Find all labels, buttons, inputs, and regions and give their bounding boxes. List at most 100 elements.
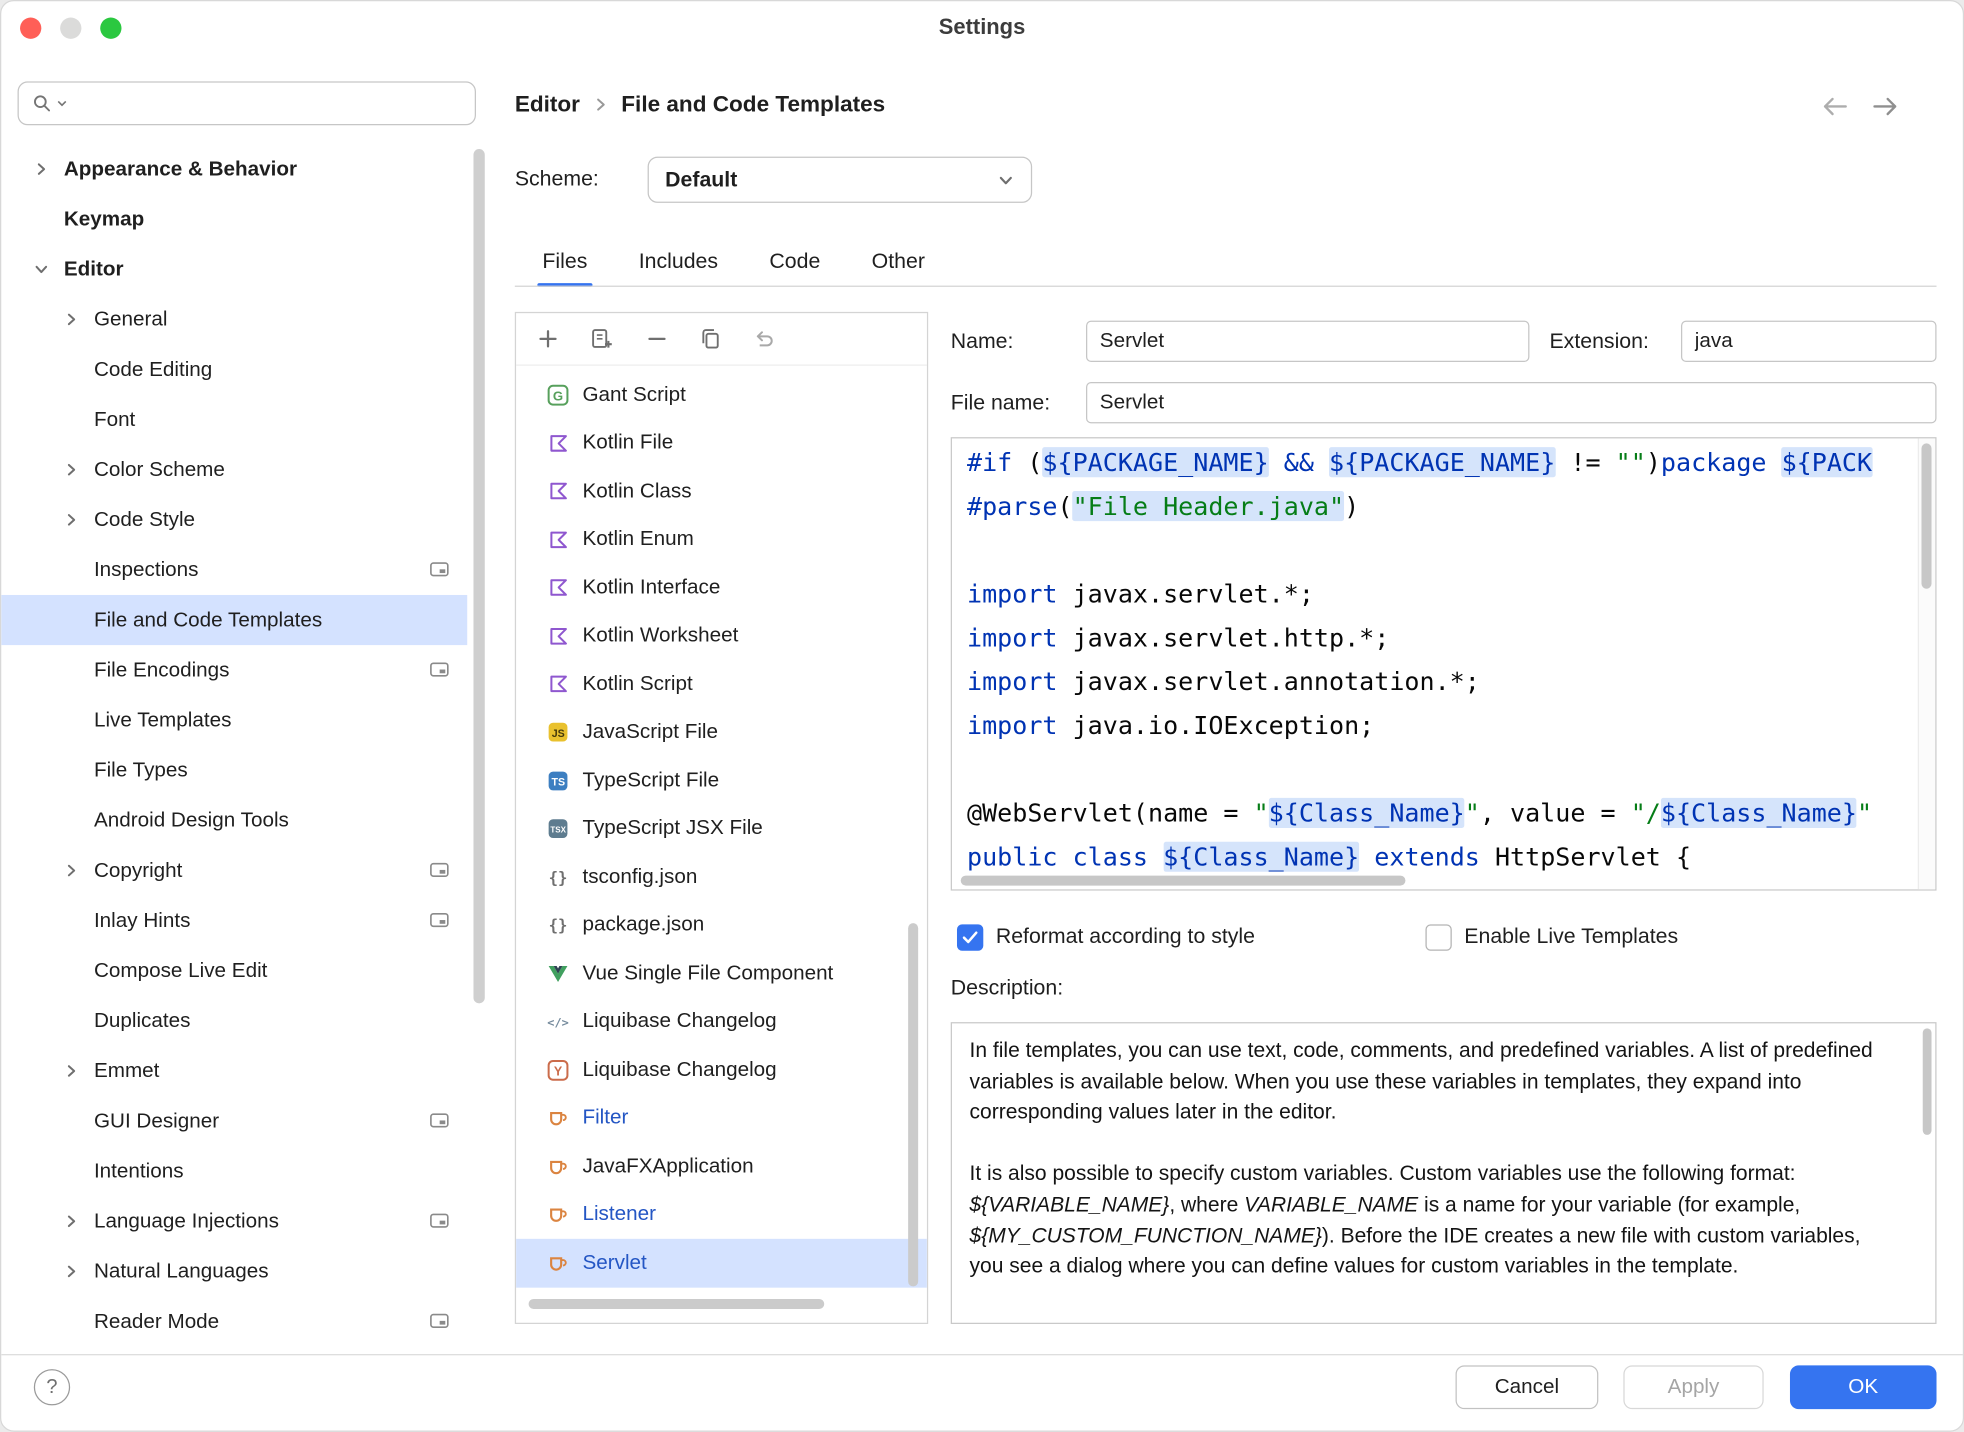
apply-button[interactable]: Apply xyxy=(1623,1365,1763,1409)
template-item-typescript-jsx-file[interactable]: TSXTypeScript JSX File xyxy=(516,805,927,853)
template-item-label: Kotlin Class xyxy=(582,479,691,503)
checked-checkbox-icon[interactable] xyxy=(957,924,983,950)
template-item-servlet[interactable]: Servlet xyxy=(516,1239,927,1287)
option-enable-live-templates[interactable]: Enable Live Templates xyxy=(1425,919,1678,954)
sidebar-item-label: Compose Live Edit xyxy=(94,959,267,983)
chevron-right-icon[interactable] xyxy=(64,1214,94,1229)
chevron-right-icon[interactable] xyxy=(64,312,94,327)
search-history-chevron-icon[interactable] xyxy=(56,99,67,108)
template-item-kotlin-worksheet[interactable]: Kotlin Worksheet xyxy=(516,612,927,660)
sidebar-item-editor[interactable]: Editor xyxy=(1,244,467,294)
sidebar-item-compose-live-edit[interactable]: Compose Live Edit xyxy=(1,946,467,996)
remove-template-button[interactable] xyxy=(645,327,669,351)
sidebar-item-file-and-code-templates[interactable]: File and Code Templates xyxy=(1,595,467,645)
description-scrollbar[interactable] xyxy=(1923,1028,1932,1134)
template-list-horizontal-scrollbar[interactable] xyxy=(529,1299,825,1309)
sidebar-item-intentions[interactable]: Intentions xyxy=(1,1146,467,1196)
reset-template-button[interactable] xyxy=(753,327,777,351)
template-item-liquibase-changelog[interactable]: </>Liquibase Changelog xyxy=(516,998,927,1046)
copy-template-button[interactable] xyxy=(699,327,723,351)
forward-button[interactable] xyxy=(1870,94,1900,119)
sidebar-item-color-scheme[interactable]: Color Scheme xyxy=(1,445,467,495)
breadcrumb-editor[interactable]: Editor xyxy=(515,91,580,117)
sidebar-item-inspections[interactable]: Inspections xyxy=(1,545,467,595)
sidebar-item-natural-languages[interactable]: Natural Languages xyxy=(1,1246,467,1296)
scheme-dropdown[interactable]: Default xyxy=(648,157,1033,203)
template-item-listener[interactable]: Listener xyxy=(516,1191,927,1239)
sidebar-item-label: Language Injections xyxy=(94,1209,279,1233)
sidebar-item-file-types[interactable]: File Types xyxy=(1,745,467,795)
sidebar-item-label: Inlay Hints xyxy=(94,909,190,933)
sidebar-item-duplicates[interactable]: Duplicates xyxy=(1,996,467,1046)
sidebar-item-reader-mode[interactable]: Reader Mode xyxy=(1,1296,467,1346)
tab-files[interactable]: Files xyxy=(542,237,587,287)
extension-field[interactable] xyxy=(1681,321,1937,362)
sidebar-item-language-injections[interactable]: Language Injections xyxy=(1,1196,467,1246)
chevron-right-icon[interactable] xyxy=(34,162,64,177)
filename-field[interactable] xyxy=(1086,382,1937,423)
footer-divider xyxy=(1,1354,1964,1355)
code-line: import javax.servlet.*; xyxy=(967,572,1915,616)
ok-button[interactable]: OK xyxy=(1790,1365,1937,1409)
template-item-package-json[interactable]: {}package.json xyxy=(516,901,927,949)
name-field[interactable] xyxy=(1086,321,1529,362)
sidebar-item-emmet[interactable]: Emmet xyxy=(1,1046,467,1096)
template-item-label: Servlet xyxy=(582,1251,646,1275)
template-item-kotlin-interface[interactable]: Kotlin Interface xyxy=(516,564,927,612)
option-reformat-according-to-style[interactable]: Reformat according to style xyxy=(957,919,1255,954)
template-item-typescript-file[interactable]: TSTypeScript File xyxy=(516,757,927,805)
template-item-javafxapplication[interactable]: JavaFXApplication xyxy=(516,1142,927,1190)
description-box: In file templates, you can use text, cod… xyxy=(951,1022,1937,1324)
template-item-kotlin-class[interactable]: Kotlin Class xyxy=(516,467,927,515)
checkbox-label[interactable]: Reformat according to style xyxy=(996,924,1255,949)
chevron-right-icon[interactable] xyxy=(64,1063,94,1078)
template-item-tsconfig-json[interactable]: {}tsconfig.json xyxy=(516,853,927,901)
vue-file-icon xyxy=(546,964,570,983)
code-line: public class ${Class_Name} extends HttpS… xyxy=(967,835,1915,874)
chevron-right-icon[interactable] xyxy=(64,1264,94,1279)
tab-code[interactable]: Code xyxy=(769,237,820,287)
sidebar-item-inlay-hints[interactable]: Inlay Hints xyxy=(1,896,467,946)
braces-file-icon: {} xyxy=(546,866,570,887)
sidebar-item-copyright[interactable]: Copyright xyxy=(1,846,467,896)
sidebar-item-code-style[interactable]: Code Style xyxy=(1,495,467,545)
sidebar-item-code-editing[interactable]: Code Editing xyxy=(1,344,467,394)
settings-search-box[interactable] xyxy=(18,81,476,125)
tab-includes[interactable]: Includes xyxy=(639,237,718,287)
template-list-vertical-scrollbar[interactable] xyxy=(908,923,918,1286)
template-item-vue-single-file-component[interactable]: Vue Single File Component xyxy=(516,949,927,997)
sidebar-item-android-design-tools[interactable]: Android Design Tools xyxy=(1,795,467,845)
sidebar-item-keymap[interactable]: Keymap xyxy=(1,194,467,244)
chevron-right-icon[interactable] xyxy=(64,462,94,477)
chevron-right-icon[interactable] xyxy=(64,512,94,527)
sidebar-item-appearance-behavior[interactable]: Appearance & Behavior xyxy=(1,144,467,194)
template-item-kotlin-script[interactable]: Kotlin Script xyxy=(516,660,927,708)
template-item-javascript-file[interactable]: JSJavaScript File xyxy=(516,708,927,756)
sidebar-item-live-templates[interactable]: Live Templates xyxy=(1,695,467,745)
chevron-down-icon[interactable] xyxy=(34,262,64,277)
checkbox-label[interactable]: Enable Live Templates xyxy=(1464,924,1678,949)
search-input[interactable] xyxy=(71,92,462,115)
editor-horizontal-scrollbar[interactable] xyxy=(961,876,1406,886)
template-item-kotlin-enum[interactable]: Kotlin Enum xyxy=(516,515,927,563)
sidebar-item-general[interactable]: General xyxy=(1,294,467,344)
add-template-button[interactable] xyxy=(536,327,560,351)
editor-vertical-scrollbar[interactable] xyxy=(1918,438,1936,889)
sidebar-item-gui-designer[interactable]: GUI Designer xyxy=(1,1096,467,1146)
template-item-gant-script[interactable]: GGant Script xyxy=(516,371,927,419)
create-child-template-button[interactable] xyxy=(590,327,615,351)
template-item-filter[interactable]: Filter xyxy=(516,1094,927,1142)
sidebar-scrollbar[interactable] xyxy=(473,149,484,1003)
back-button[interactable] xyxy=(1820,94,1850,119)
sidebar-item-font[interactable]: Font xyxy=(1,395,467,445)
sidebar-item-file-encodings[interactable]: File Encodings xyxy=(1,645,467,695)
cancel-button[interactable]: Cancel xyxy=(1456,1365,1599,1409)
editor-vertical-scrollbar-thumb[interactable] xyxy=(1921,443,1931,588)
help-button[interactable]: ? xyxy=(34,1369,70,1405)
template-code-editor[interactable]: #if (${PACKAGE_NAME} && ${PACKAGE_NAME} … xyxy=(951,437,1937,890)
template-item-liquibase-changelog[interactable]: YLiquibase Changelog xyxy=(516,1046,927,1094)
chevron-right-icon[interactable] xyxy=(64,863,94,878)
tab-other[interactable]: Other xyxy=(872,237,925,287)
unchecked-checkbox-icon[interactable] xyxy=(1425,924,1451,950)
template-item-kotlin-file[interactable]: Kotlin File xyxy=(516,419,927,467)
